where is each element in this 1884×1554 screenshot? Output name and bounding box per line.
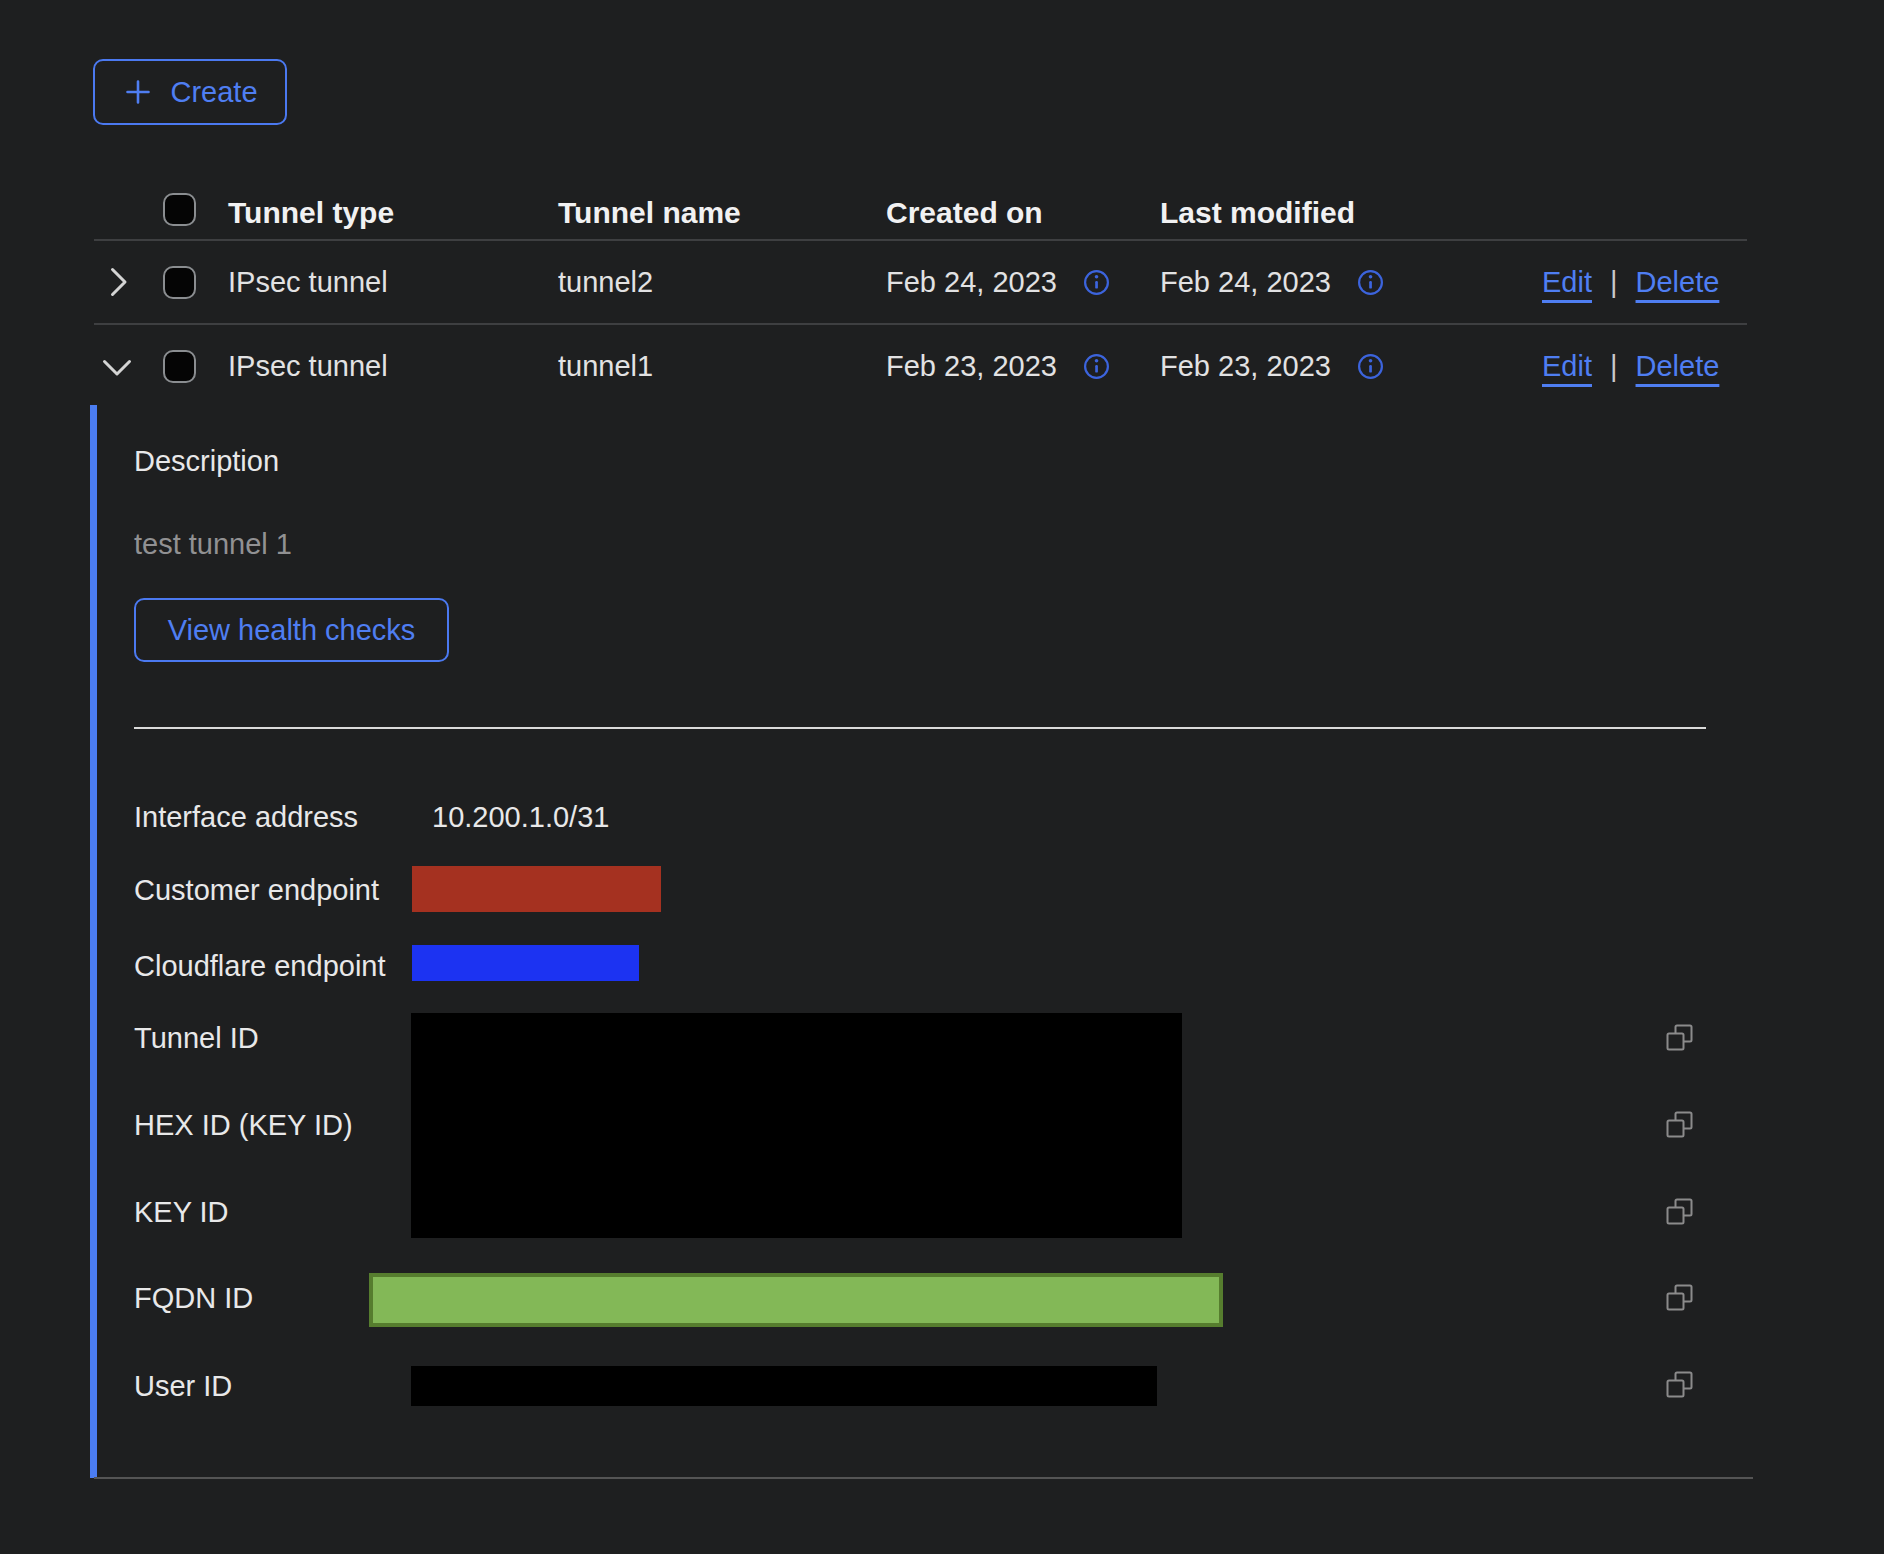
section-divider: [134, 727, 1706, 729]
delete-link[interactable]: Delete: [1636, 350, 1720, 383]
expanded-bottom-divider: [94, 1477, 1753, 1479]
copy-icon[interactable]: [1666, 1284, 1694, 1316]
header-last-modified: Last modified: [1160, 196, 1355, 230]
user-id-redaction: [411, 1366, 1157, 1406]
plus-icon: [122, 76, 154, 108]
description-label: Description: [134, 444, 279, 478]
created-on-cell: Feb 23, 2023: [886, 325, 1110, 407]
tunnel-id-label: Tunnel ID: [134, 1021, 259, 1055]
customer-endpoint-redaction: [412, 866, 661, 912]
cloudflare-endpoint-label: Cloudflare endpoint: [134, 949, 386, 983]
tunnels-page: { "create_button": {"label": "Create"}, …: [0, 0, 1884, 1554]
row-select-checkbox[interactable]: [163, 350, 196, 383]
select-all-checkbox[interactable]: [163, 193, 196, 226]
table-row-tunnel1: IPsec tunnel tunnel1 Feb 23, 2023 Feb 23…: [0, 325, 1884, 407]
view-health-checks-button[interactable]: View health checks: [134, 598, 449, 662]
chevron-right-icon[interactable]: [101, 266, 133, 298]
info-icon[interactable]: [1357, 269, 1384, 296]
last-modified-cell: Feb 24, 2023: [1160, 241, 1384, 323]
header-created-on: Created on: [886, 196, 1043, 230]
last-modified-cell: Feb 23, 2023: [1160, 325, 1384, 407]
interface-address-value: 10.200.1.0/31: [432, 800, 609, 834]
info-icon[interactable]: [1357, 353, 1384, 380]
edit-link[interactable]: Edit: [1542, 350, 1592, 383]
tunnel-type-cell: IPsec tunnel: [228, 241, 388, 323]
info-icon[interactable]: [1083, 269, 1110, 296]
tunnel-name-cell: tunnel1: [558, 325, 653, 407]
copy-icon[interactable]: [1666, 1024, 1694, 1056]
copy-icon[interactable]: [1666, 1371, 1694, 1403]
tunnel-name-cell: tunnel2: [558, 241, 653, 323]
table-row-tunnel2: IPsec tunnel tunnel2 Feb 24, 2023 Feb 24…: [0, 241, 1884, 323]
header-tunnel-name: Tunnel name: [558, 196, 741, 230]
info-icon[interactable]: [1083, 353, 1110, 380]
copy-icon[interactable]: [1666, 1198, 1694, 1230]
action-separator: |: [1610, 350, 1618, 383]
create-button[interactable]: Create: [93, 59, 287, 125]
row-actions: Edit | Delete: [1542, 241, 1719, 323]
header-tunnel-type: Tunnel type: [228, 196, 394, 230]
edit-link[interactable]: Edit: [1542, 266, 1592, 299]
description-value: test tunnel 1: [134, 527, 292, 561]
expanded-row-accent-bar: [90, 405, 97, 1478]
row-select-checkbox[interactable]: [163, 266, 196, 299]
cloudflare-endpoint-redaction: [412, 945, 639, 981]
fqdn-id-label: FQDN ID: [134, 1281, 253, 1315]
hex-id-label: HEX ID (KEY ID): [134, 1108, 353, 1142]
delete-link[interactable]: Delete: [1636, 266, 1720, 299]
tunnel-id-redaction: [411, 1013, 1182, 1238]
key-id-label: KEY ID: [134, 1195, 229, 1229]
action-separator: |: [1610, 266, 1618, 299]
row-actions: Edit | Delete: [1542, 325, 1719, 407]
create-button-label: Create: [170, 76, 257, 109]
user-id-label: User ID: [134, 1369, 232, 1403]
copy-icon[interactable]: [1666, 1111, 1694, 1143]
customer-endpoint-label: Customer endpoint: [134, 873, 379, 907]
fqdn-id-redaction: [369, 1273, 1223, 1327]
created-on-cell: Feb 24, 2023: [886, 241, 1110, 323]
chevron-down-icon[interactable]: [101, 350, 133, 382]
interface-address-label: Interface address: [134, 800, 358, 834]
tunnel-type-cell: IPsec tunnel: [228, 325, 388, 407]
